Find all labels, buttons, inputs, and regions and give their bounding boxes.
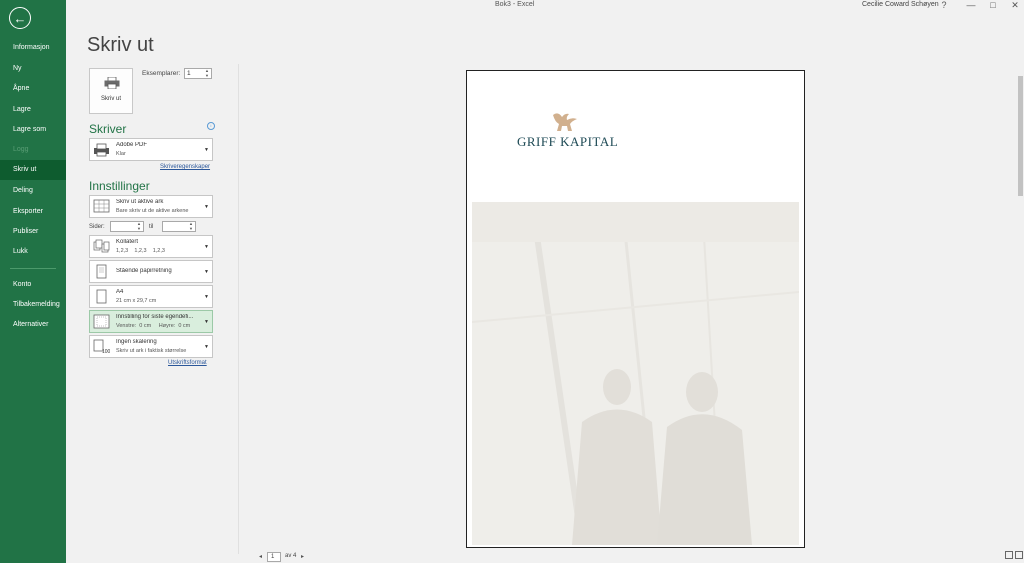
- copies-value: 1: [187, 70, 191, 77]
- printer-select[interactable]: Adobe PDF Klar ▼: [89, 138, 213, 161]
- orientation-select[interactable]: Stående papirretning ▼: [89, 260, 213, 283]
- print-what-description: Bare skriv ut de aktive arkene: [116, 208, 189, 214]
- page-count: av 4: [285, 553, 297, 559]
- sidebar-item-deling[interactable]: Deling: [0, 181, 66, 201]
- printer-icon: [94, 143, 109, 157]
- printer-properties-link[interactable]: Skriveregenskaper: [160, 164, 210, 170]
- preview-divider: [238, 64, 239, 554]
- margins-detail: Venstre: 0 cm Høyre: 0 cm: [116, 323, 191, 329]
- sidebar-item-logg: Logg: [13, 146, 29, 153]
- back-arrow-icon[interactable]: ←: [9, 7, 31, 29]
- chevron-down-icon: ▼: [204, 269, 209, 275]
- page-setup-link[interactable]: Utskriftsformat: [168, 360, 207, 366]
- scrollbar-thumb[interactable]: [1018, 76, 1023, 196]
- scaling-value: Ingen skalering: [116, 339, 157, 345]
- user-name[interactable]: Cecilie Coward Schøyen: [862, 1, 939, 8]
- faded-photo-image: [472, 202, 799, 545]
- margins-select[interactable]: Innstilling for siste egendefi... Venstr…: [89, 310, 213, 333]
- info-icon[interactable]: i: [207, 122, 215, 130]
- portrait-page-icon: [96, 264, 107, 279]
- svg-text:100: 100: [102, 349, 110, 354]
- company-logo-text: GRIFF KAPITAL: [517, 134, 619, 149]
- margins-value: Innstilling for siste egendefi...: [116, 314, 194, 320]
- pages-to-input[interactable]: ▲ ▼: [162, 221, 196, 232]
- pages-to-label: til: [149, 224, 154, 230]
- chevron-down-icon: ▼: [204, 294, 209, 300]
- chevron-down-icon: ▼: [204, 344, 209, 350]
- sidebar-item-skriv-ut[interactable]: Skriv ut: [0, 160, 66, 180]
- maximize-icon[interactable]: □: [986, 0, 1000, 10]
- sidebar-item-lagre-som[interactable]: Lagre som: [0, 120, 66, 140]
- page-title: Skriv ut: [87, 34, 154, 56]
- printer-status: Klar: [116, 151, 126, 157]
- scaling-icon: 100: [93, 339, 110, 354]
- spin-down-icon[interactable]: ▼: [137, 227, 142, 231]
- griffin-logo-icon: [553, 113, 577, 131]
- previous-page-icon[interactable]: ◂: [259, 553, 262, 560]
- sidebar-item-lagre[interactable]: Lagre: [0, 100, 66, 120]
- close-icon[interactable]: ✕: [1008, 0, 1022, 10]
- paper-size-icon: [96, 289, 107, 304]
- sidebar-item-alternativer[interactable]: Alternativer: [0, 315, 66, 335]
- orientation-value: Stående papirretning: [116, 268, 172, 274]
- help-icon[interactable]: ?: [937, 0, 951, 10]
- spin-down-icon[interactable]: ▼: [205, 74, 210, 78]
- next-page-icon[interactable]: ▸: [301, 553, 304, 560]
- sheet-grid-icon: [93, 199, 110, 213]
- pages-label: Sider:: [89, 224, 105, 230]
- sidebar-item-lukk[interactable]: Lukk: [0, 242, 66, 262]
- chevron-down-icon: ▼: [204, 319, 209, 325]
- sidebar-item-ny[interactable]: Ny: [0, 59, 66, 79]
- collation-select[interactable]: Kollatert 1,2,3 1,2,3 1,2,3 ▼: [89, 235, 213, 258]
- zoom-to-page-icon[interactable]: [1015, 551, 1023, 559]
- sidebar-item-publiser[interactable]: Publiser: [0, 222, 66, 242]
- copies-input[interactable]: 1 ▲ ▼: [184, 68, 212, 79]
- sidebar-item-apne[interactable]: Åpne: [0, 79, 66, 99]
- paper-size-value: A4: [116, 289, 124, 295]
- chevron-down-icon: ▼: [204, 204, 209, 210]
- sidebar-item-eksporter[interactable]: Eksporter: [0, 202, 66, 222]
- collation-order: 1,2,3 1,2,3 1,2,3: [116, 248, 165, 254]
- print-button-label: Skriv ut: [100, 96, 121, 102]
- sidebar-item-informasjon[interactable]: Informasjon: [0, 38, 66, 58]
- show-margins-icon[interactable]: [1005, 551, 1013, 559]
- backstage-sidebar: ← Informasjon Ny Åpne Lagre Lagre som Lo…: [0, 0, 66, 563]
- settings-section-heading: Innstillinger: [89, 179, 150, 193]
- minimize-icon[interactable]: —: [964, 0, 978, 10]
- printer-section-heading: Skriver: [89, 122, 127, 136]
- print-button[interactable]: Skriv ut: [89, 68, 133, 114]
- window-title: Bok3 - Excel: [495, 1, 535, 8]
- print-what-select[interactable]: Skriv ut aktive ark Bare skriv ut de akt…: [89, 195, 213, 218]
- paper-size-select[interactable]: A4 21 cm x 29,7 cm ▼: [89, 285, 213, 308]
- margins-icon: [93, 314, 110, 329]
- current-page-input[interactable]: 1: [267, 552, 281, 562]
- collation-value: Kollatert: [116, 239, 139, 245]
- chevron-down-icon: ▼: [204, 244, 209, 250]
- print-what-value: Skriv ut aktive ark: [116, 199, 164, 205]
- sidebar-item-tilbakemelding[interactable]: Tilbakemelding: [0, 295, 66, 315]
- print-preview-page: GRIFF KAPITAL: [466, 70, 805, 548]
- preview-scrollbar[interactable]: [1017, 66, 1024, 550]
- collated-pages-icon: [93, 239, 110, 253]
- copies-label: Eksemplarer:: [142, 70, 181, 77]
- printer-name: Adobe PDF: [116, 142, 148, 148]
- sidebar-divider: [10, 268, 56, 269]
- paper-size-dimensions: 21 cm x 29,7 cm: [116, 298, 157, 304]
- chevron-down-icon: ▼: [204, 147, 209, 153]
- spin-down-icon[interactable]: ▼: [189, 227, 194, 231]
- sidebar-item-konto[interactable]: Konto: [0, 275, 66, 295]
- pages-from-input[interactable]: ▲ ▼: [110, 221, 144, 232]
- cover-photo: [472, 202, 799, 545]
- printer-icon: [104, 77, 120, 89]
- scaling-select[interactable]: 100 Ingen skalering Skriv ut ark i fakti…: [89, 335, 213, 358]
- scaling-description: Skriv ut ark i faktisk størrelse: [116, 348, 187, 354]
